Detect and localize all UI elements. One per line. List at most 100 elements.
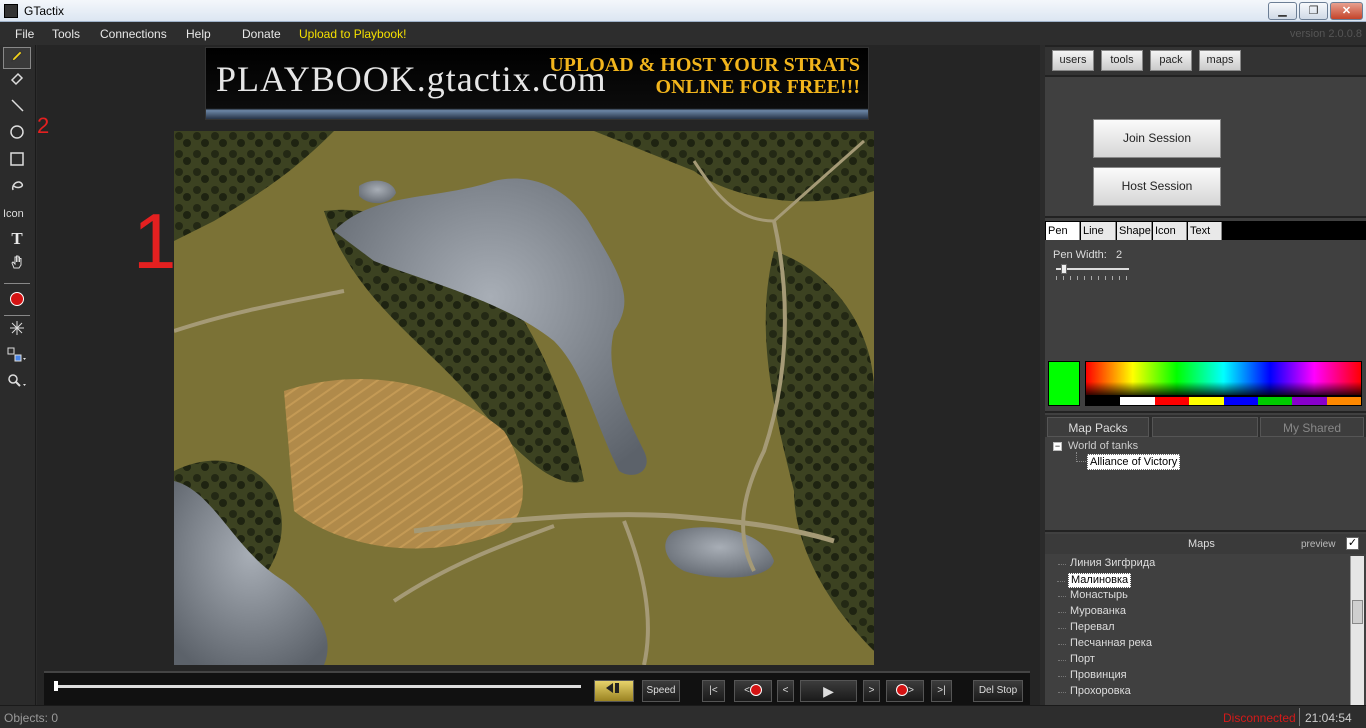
record-back-button[interactable]: < xyxy=(734,680,772,702)
pen-width-value: 2 xyxy=(1115,249,1123,261)
del-stop-button[interactable]: Del Stop xyxy=(973,680,1023,702)
map-item[interactable]: Монастырь xyxy=(1058,589,1128,604)
tab-icon[interactable]: Icon xyxy=(1153,222,1187,240)
tab-tools[interactable]: tools xyxy=(1101,50,1143,71)
toolbar-divider xyxy=(4,283,30,284)
palette-swatch-2[interactable] xyxy=(1154,397,1190,405)
pen-width-slider-thumb[interactable] xyxy=(1061,264,1067,274)
tab-maps[interactable]: maps xyxy=(1199,50,1241,71)
status-bar: Objects: 0 Disconnected 21:04:54 xyxy=(0,705,1366,728)
map-item[interactable]: Перевал xyxy=(1058,621,1115,636)
clear-sparkle-icon[interactable] xyxy=(3,320,31,342)
banner-playbook-logo: PLAYBOOK.gtactix.com xyxy=(216,59,607,99)
menu-bar: File Tools Connections Help Donate Uploa… xyxy=(0,22,1366,45)
map-canvas[interactable] xyxy=(174,131,874,665)
tab-line[interactable]: Line xyxy=(1081,222,1116,240)
title-bar: GTactix ▁ ❐ ✕ xyxy=(0,0,1366,22)
tab-pack[interactable]: pack xyxy=(1150,50,1192,71)
map-item[interactable]: Прохоровка xyxy=(1058,685,1131,700)
prev-button[interactable]: < xyxy=(777,680,794,702)
annotation-1: 1 xyxy=(133,197,177,285)
status-divider xyxy=(1299,708,1300,726)
menu-upload-playbook[interactable]: Upload to Playbook! xyxy=(299,27,406,41)
lasso-icon[interactable] xyxy=(3,178,31,200)
layers-icon[interactable] xyxy=(3,347,31,369)
map-packs-header: Map Packs My Shared xyxy=(1045,415,1366,437)
current-color-swatch[interactable] xyxy=(1048,361,1080,406)
playback-progress-knob[interactable] xyxy=(54,681,58,691)
zoom-icon[interactable] xyxy=(3,373,31,395)
maps-title: Maps xyxy=(1188,538,1215,550)
pen-width-ticks xyxy=(1056,276,1129,280)
app-icon xyxy=(4,4,18,18)
annotation-2: 2 xyxy=(37,113,50,138)
menu-donate[interactable]: Donate xyxy=(242,27,281,41)
menu-file[interactable]: File xyxy=(15,27,34,41)
menu-tools[interactable]: Tools xyxy=(52,27,80,41)
tab-spacer xyxy=(1152,417,1258,437)
toolbar-divider xyxy=(4,315,30,316)
palette-swatch-3[interactable] xyxy=(1189,397,1224,405)
minimize-button[interactable]: ▁ xyxy=(1268,2,1297,20)
first-frame-button[interactable]: |< xyxy=(702,680,725,702)
map-item[interactable]: Песчанная река xyxy=(1058,637,1152,652)
rewind-button[interactable] xyxy=(594,680,634,702)
hand-icon[interactable] xyxy=(3,254,31,276)
text-tool-icon[interactable]: T xyxy=(3,228,31,250)
color-palette xyxy=(1085,396,1362,406)
tab-text[interactable]: Text xyxy=(1188,222,1222,240)
version-label: version 2.0.0.8 xyxy=(1289,28,1362,40)
map-item[interactable]: Провинция xyxy=(1058,669,1127,684)
tree-alliance-of-victory[interactable]: Alliance of Victory xyxy=(1087,454,1181,470)
clock: 21:04:54 xyxy=(1305,711,1352,725)
palette-swatch-6[interactable] xyxy=(1292,397,1327,405)
join-session-button[interactable]: Join Session xyxy=(1093,119,1221,158)
playback-progress-track[interactable] xyxy=(54,685,581,688)
tab-users[interactable]: users xyxy=(1052,50,1094,71)
last-frame-button[interactable]: >| xyxy=(931,680,952,702)
map-item[interactable]: Мурованка xyxy=(1058,605,1126,620)
preview-checkbox[interactable]: ✓ xyxy=(1346,537,1359,550)
menu-connections[interactable]: Connections xyxy=(100,27,167,41)
speed-button[interactable]: Speed xyxy=(642,680,680,702)
map-item[interactable]: Линия Зигфрида xyxy=(1057,557,1155,572)
tab-map-packs[interactable]: Map Packs xyxy=(1047,417,1149,437)
maximize-button[interactable]: ❐ xyxy=(1299,2,1328,20)
banner-tagline: UPLOAD & HOST YOUR STRATS ONLINE FOR FRE… xyxy=(549,54,860,98)
collapse-icon[interactable]: − xyxy=(1053,441,1062,451)
map-item-selected[interactable]: Малиновка xyxy=(1056,573,1132,588)
next-button[interactable]: > xyxy=(863,680,880,702)
tab-pen[interactable]: Pen xyxy=(1046,222,1080,240)
icon-tool-label[interactable]: Icon xyxy=(3,208,24,220)
tab-shape[interactable]: Shape xyxy=(1117,222,1152,240)
line-icon[interactable] xyxy=(3,97,31,119)
map-item[interactable]: Порт xyxy=(1058,653,1095,668)
record-forward-button[interactable]: > xyxy=(886,680,924,702)
tree-world-of-tanks[interactable]: − World of tanks xyxy=(1053,440,1138,452)
drawing-toolbar: Icon T xyxy=(0,45,36,705)
playbook-banner[interactable]: PLAYBOOK.gtactix.com UPLOAD & HOST YOUR … xyxy=(205,47,869,120)
palette-swatch-1[interactable] xyxy=(1120,397,1155,405)
tab-my-shared[interactable]: My Shared xyxy=(1260,417,1364,437)
maps-scrollbar[interactable] xyxy=(1350,556,1364,705)
palette-swatch-4[interactable] xyxy=(1223,397,1258,405)
maps-scroll-thumb[interactable] xyxy=(1352,600,1363,624)
connection-status: Disconnected xyxy=(1223,711,1296,725)
menu-help[interactable]: Help xyxy=(186,27,211,41)
palette-swatch-7[interactable] xyxy=(1326,397,1361,405)
color-spectrum[interactable] xyxy=(1085,361,1362,396)
palette-swatch-0[interactable] xyxy=(1086,397,1121,405)
palette-swatch-5[interactable] xyxy=(1257,397,1293,405)
play-button[interactable]: ▶ xyxy=(800,680,857,702)
host-session-button[interactable]: Host Session xyxy=(1093,167,1221,206)
pen-width-label: Pen Width: 2 xyxy=(1053,249,1123,261)
pencil-icon[interactable] xyxy=(3,47,31,69)
rectangle-icon[interactable] xyxy=(3,151,31,173)
circle-icon[interactable] xyxy=(3,124,31,146)
maps-list: Линия Зигфрида Малиновка Монастырь Муров… xyxy=(1045,556,1350,705)
preview-label: preview xyxy=(1301,539,1336,550)
playback-bar: Speed |< < < ▶ > > >| Del Stop xyxy=(44,671,1030,705)
color-record-icon[interactable] xyxy=(3,288,31,310)
eraser-icon[interactable] xyxy=(3,70,31,92)
close-button[interactable]: ✕ xyxy=(1330,2,1363,20)
